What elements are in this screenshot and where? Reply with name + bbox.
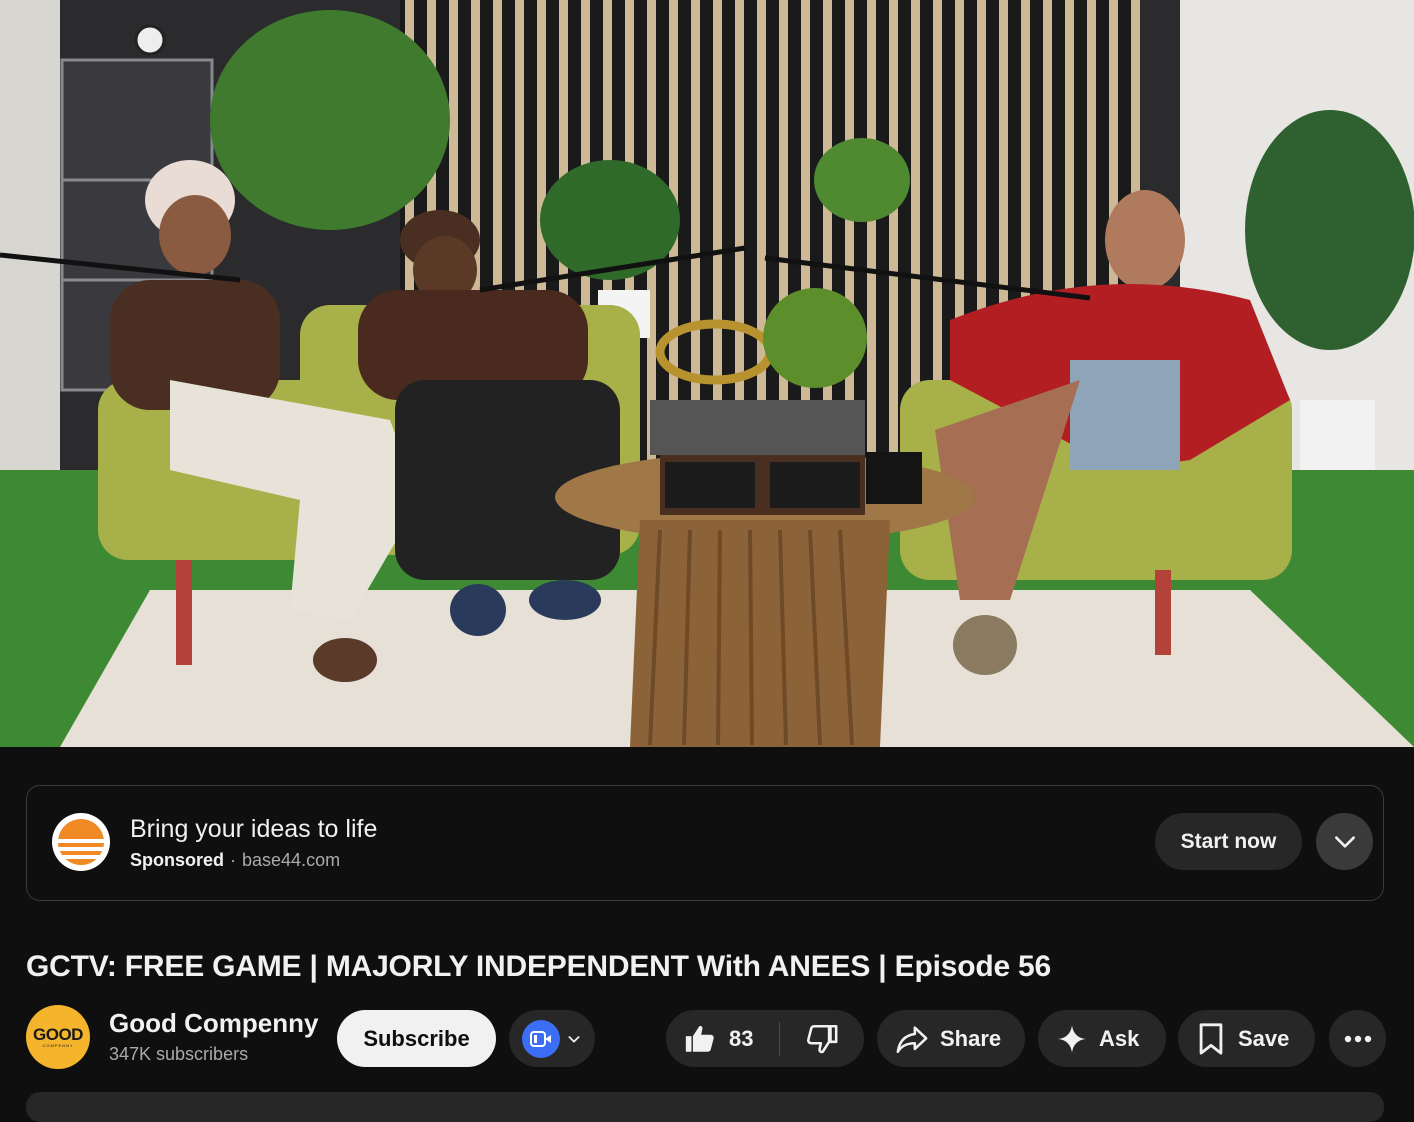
subscriber-count: 347K subscribers [109,1044,249,1064]
thumbs-up-icon [685,1025,714,1052]
more-horizontal-icon [1344,1035,1371,1042]
avatar-subtext: COMPENNY [42,1042,74,1048]
like-count: 83 [729,1025,754,1051]
like-dislike-group: 83 [666,1010,864,1067]
subscribe-button[interactable]: Subscribe [337,1010,496,1067]
start-now-button[interactable]: Start now [1155,813,1302,870]
channel-avatar[interactable]: GOOD COMPENNY [26,1005,90,1069]
sparkle-icon [1058,1024,1086,1053]
ad-meta: Sponsored · base44.com [130,850,340,871]
like-button[interactable]: 83 [666,1010,779,1067]
share-icon [896,1025,928,1053]
more-actions-button[interactable] [1329,1010,1386,1067]
sponsored-label: Sponsored [130,850,225,870]
ask-button[interactable]: Ask [1038,1010,1166,1067]
video-player[interactable] [0,0,1414,747]
video-title: GCTV: FREE GAME | MAJORLY INDEPENDENT Wi… [26,950,1052,983]
description-box[interactable] [26,1092,1384,1122]
channel-name[interactable]: Good Compenny [109,1008,318,1039]
base44-logo-icon [52,813,110,871]
ask-label: Ask [1099,1025,1140,1051]
ad-title[interactable]: Bring your ideas to life [130,815,377,844]
share-label: Share [940,1025,1002,1051]
dislike-button[interactable] [780,1010,864,1067]
save-button[interactable]: Save [1178,1010,1315,1067]
chevron-down-icon [1334,835,1355,848]
share-button[interactable]: Share [877,1010,1025,1067]
video-frame [0,0,1414,747]
join-dropdown-button[interactable] [509,1010,595,1067]
avatar-text: GOOD [33,1024,83,1044]
ad-expand-button[interactable] [1316,813,1373,870]
ad-card[interactable]: Bring your ideas to life Sponsored · base4… [26,785,1384,901]
thumbs-down-icon [807,1024,838,1053]
ad-separator: · [230,850,237,870]
chevron-down-icon [568,1035,580,1043]
bookmark-icon [1199,1022,1223,1055]
membership-badge-icon [522,1019,560,1058]
ad-domain[interactable]: base44.com [242,850,340,870]
save-label: Save [1238,1025,1290,1051]
